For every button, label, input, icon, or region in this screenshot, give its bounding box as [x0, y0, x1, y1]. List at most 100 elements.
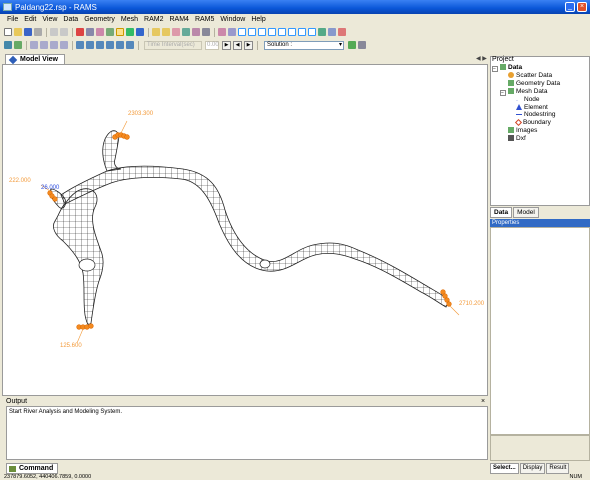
undo-icon[interactable]	[50, 28, 58, 36]
view-3d-icon[interactable]	[76, 41, 84, 49]
view-top-icon[interactable]	[86, 41, 94, 49]
label-26: 26.000	[41, 185, 60, 191]
measure-tool-icon[interactable]	[328, 28, 336, 36]
status-bar: 237879.6052, 440406.7859, 0.0000 NUM	[0, 474, 590, 480]
menu-mesh[interactable]: Mesh	[118, 16, 141, 23]
mesh-left-branch	[53, 188, 104, 326]
zoom-out-icon[interactable]	[50, 41, 58, 49]
zoom-icon[interactable]	[30, 41, 38, 49]
tree-item-nodestring[interactable]: Nodestring	[492, 111, 560, 119]
model-view-icon	[8, 55, 18, 65]
rectangle-tool-icon[interactable]	[268, 28, 276, 36]
open-folder-icon[interactable]	[14, 28, 22, 36]
minimize-button[interactable]: _	[565, 2, 575, 12]
time-interval-field[interactable]: Time Interval(sec)	[144, 40, 202, 50]
triangle-outline-icon[interactable]	[258, 28, 266, 36]
snap-tool-icon[interactable]	[318, 28, 326, 36]
print-icon[interactable]	[34, 28, 42, 36]
zoom-extents-icon[interactable]	[60, 41, 68, 49]
solution-settings-icon[interactable]	[358, 41, 366, 49]
new-file-icon[interactable]	[4, 28, 12, 36]
menu-help[interactable]: Help	[248, 16, 268, 23]
step-back-button[interactable]: ◀	[233, 40, 242, 50]
line-tool-icon[interactable]	[338, 28, 346, 36]
tree-item-element[interactable]: Element	[492, 103, 560, 112]
info-icon[interactable]	[136, 28, 144, 36]
menu-data[interactable]: Data	[60, 16, 81, 23]
view-front-icon[interactable]	[96, 41, 104, 49]
tab-model[interactable]: Model	[513, 207, 539, 218]
node-tool-icon[interactable]	[152, 28, 160, 36]
tree-item-boundary[interactable]: Boundary	[492, 119, 560, 127]
tab-select[interactable]: Select...	[490, 463, 519, 474]
tree-item-data[interactable]: − Data	[492, 64, 560, 72]
menu-file[interactable]: File	[4, 16, 21, 23]
tree-item-scatter[interactable]: Scatter Data	[492, 72, 560, 80]
window-title: Paldang22.rsp - RAMS	[15, 2, 97, 12]
menu-ram5[interactable]: RAM5	[192, 16, 217, 23]
vertex-tool-icon[interactable]	[162, 28, 170, 36]
tree-item-node[interactable]: · Node	[492, 96, 560, 104]
menu-ram2[interactable]: RAM2	[141, 16, 166, 23]
play-button[interactable]: ▶	[222, 40, 231, 50]
chevron-down-icon: ▾	[338, 41, 342, 48]
square-tool-icon[interactable]	[288, 28, 296, 36]
view-iso-icon[interactable]	[116, 41, 124, 49]
menu-geometry[interactable]: Geometry	[81, 16, 118, 23]
close-button[interactable]: ×	[577, 2, 587, 12]
menu-ram4[interactable]: RAM4	[167, 16, 192, 23]
mesh-island	[78, 258, 96, 272]
redo-icon[interactable]	[60, 28, 68, 36]
triangle-tool-icon[interactable]	[248, 28, 256, 36]
tree-item-geometry[interactable]: Geometry Data	[492, 79, 560, 88]
output-close-button[interactable]: ×	[481, 398, 485, 405]
tab-data[interactable]: Data	[490, 207, 513, 218]
view-options-icon[interactable]	[126, 41, 134, 49]
tree-item-images[interactable]: Images	[492, 126, 560, 135]
select-mode-icon[interactable]	[116, 28, 124, 36]
step-forward-button[interactable]: ▶	[244, 40, 253, 50]
solution-run-icon[interactable]	[348, 41, 356, 49]
output-message: Start River Analysis and Modeling System…	[9, 409, 123, 415]
points-tool-icon[interactable]	[228, 28, 236, 36]
solution-select[interactable]: Solution : ▾	[264, 40, 344, 50]
tab-command[interactable]: Command	[6, 463, 59, 474]
status-num: NUM	[569, 474, 582, 480]
point-tool-icon[interactable]	[218, 28, 226, 36]
arc-tool-icon[interactable]	[192, 28, 200, 36]
tab-result[interactable]: Result	[546, 463, 570, 474]
dxf-icon	[508, 134, 514, 141]
grid-icon[interactable]	[106, 28, 114, 36]
bottom-tabs: Select... Display Result	[490, 463, 590, 474]
boundary-icon	[514, 119, 523, 127]
zoom-in-icon[interactable]	[40, 41, 48, 49]
edit-node-icon[interactable]	[182, 28, 190, 36]
move-node-icon[interactable]	[172, 28, 180, 36]
menu-view[interactable]: View	[39, 16, 60, 23]
panel-scroll-arrows[interactable]: ◀ ▶	[476, 55, 487, 62]
corner-tool-icon[interactable]	[298, 28, 306, 36]
menu-window[interactable]: Window	[217, 16, 248, 23]
copy-icon[interactable]	[86, 28, 94, 36]
model-view-canvas[interactable]: 2303.300 222.000 26.000 125.600 2710.200	[2, 64, 488, 396]
rotate-icon[interactable]	[14, 41, 22, 49]
time-value-field[interactable]: 0.00	[205, 40, 219, 50]
tab-model-view[interactable]: Model View	[5, 54, 65, 65]
triangle-filled-icon[interactable]	[278, 28, 286, 36]
cut-icon[interactable]	[76, 28, 84, 36]
curve-tool-icon[interactable]	[238, 28, 246, 36]
images-icon	[508, 126, 514, 133]
label-2303: 2303.300	[128, 111, 154, 117]
tree-item-dxf[interactable]: Dxf	[492, 134, 560, 143]
save-icon[interactable]	[24, 28, 32, 36]
split-tool-icon[interactable]	[202, 28, 210, 36]
tab-display[interactable]: Display	[519, 463, 546, 474]
paste-icon[interactable]	[96, 28, 104, 36]
tree-item-mesh[interactable]: − Mesh Data	[492, 87, 560, 96]
view-side-icon[interactable]	[106, 41, 114, 49]
box-tool-icon[interactable]	[308, 28, 316, 36]
pan-icon[interactable]	[4, 41, 12, 49]
menu-edit[interactable]: Edit	[21, 16, 39, 23]
refresh-icon[interactable]	[126, 28, 134, 36]
scatter-icon	[508, 72, 514, 78]
